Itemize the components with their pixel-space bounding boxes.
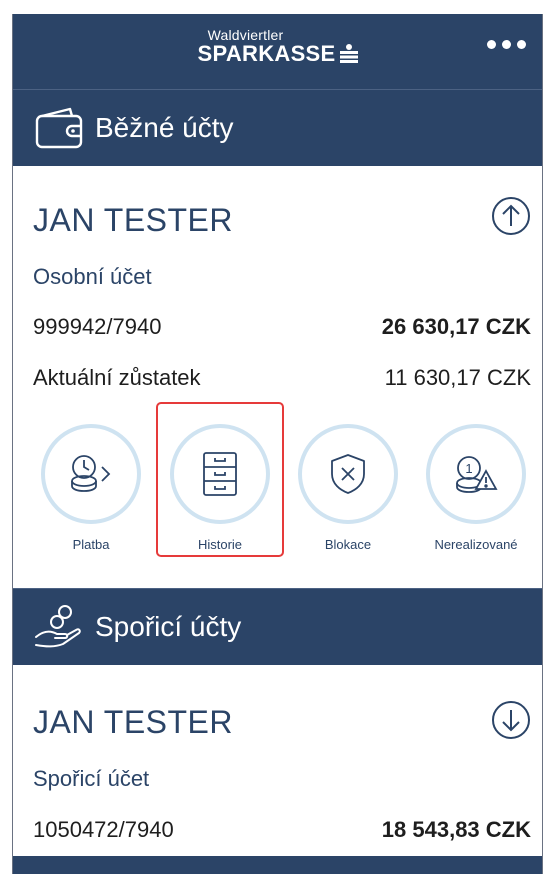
action-label: Blokace [324,537,372,552]
savings-hand-icon [33,602,85,652]
wallet-icon [33,103,85,153]
account-balance: 18 543,83 CZK [381,817,531,842]
action-payment-button[interactable]: Platba [36,424,146,552]
account-number: 999942/7940 [33,314,162,339]
action-label: Historie [197,537,243,552]
section-title: Spořicí účty [95,611,242,642]
arrow-up-circle-icon[interactable] [491,196,531,236]
current-balance-label: Aktuální zůstatek [33,365,201,390]
pending-warning-icon: 1 [456,456,498,493]
action-label: Nerealizované [434,537,518,552]
arrow-down-circle-icon[interactable] [491,700,531,740]
account-number: 1050472/7940 [33,817,174,842]
account-balance: 26 630,17 CZK [381,314,531,339]
sparkasse-logo-icon [339,44,358,63]
section-current-accounts[interactable]: Běžné účty [13,89,542,166]
svg-text:1: 1 [465,461,472,476]
account-number-row[interactable]: 999942/7940 26 630,17 CZK [33,314,531,340]
account-actions: Platba Historie Blokace 1 Nerealizované [13,424,542,584]
top-bar: Waldviertler SPARKASSE [13,14,542,89]
account-type: Osobní účet [33,264,152,289]
account-owner-name: JAN TESTER [33,704,233,740]
payment-coins-icon [71,455,111,492]
more-dots-icon[interactable] [487,40,526,49]
app-frame: Waldviertler SPARKASSE Běžné účty JAN TE… [12,14,543,874]
shield-block-icon [331,454,365,494]
action-label: Platba [72,537,110,552]
brand-big-text: SPARKASSE [197,41,336,66]
action-pending-button[interactable]: 1 Nerealizované [421,424,531,552]
next-section-strip [13,856,542,874]
account-number-row[interactable]: 1050472/7940 18 543,83 CZK [33,817,531,843]
history-cabinet-icon [203,452,237,496]
action-block-button[interactable]: Blokace [293,424,403,552]
account-type: Spořicí účet [33,766,150,791]
section-savings-accounts[interactable]: Spořicí účty [13,588,542,665]
action-history-button[interactable]: Historie [165,424,275,552]
current-balance-row: Aktuální zůstatek 11 630,17 CZK [33,365,531,391]
current-balance-value: 11 630,17 CZK [384,365,531,390]
brand-logo: Waldviertler SPARKASSE [13,28,542,66]
account-owner-name: JAN TESTER [33,202,233,238]
brand-small-text: Waldviertler [207,27,284,43]
section-title: Běžné účty [95,112,234,143]
